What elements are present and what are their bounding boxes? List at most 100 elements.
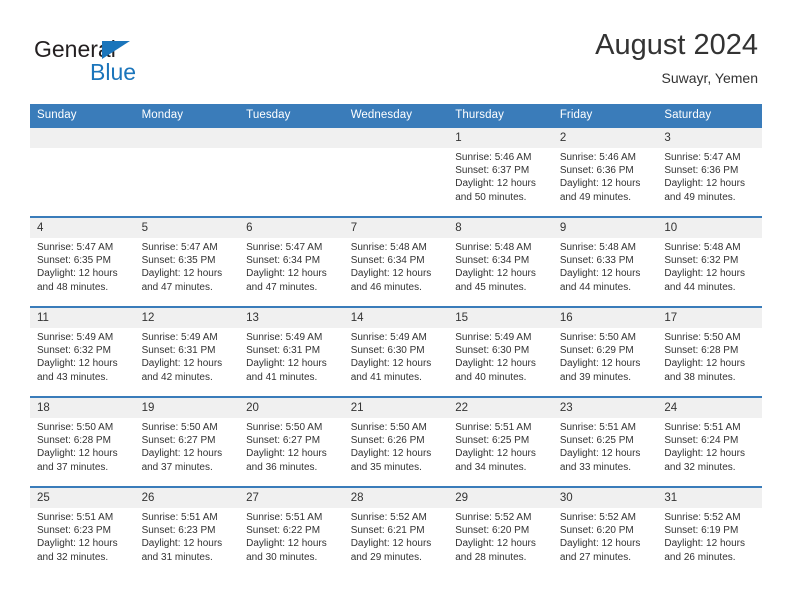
calendar-day-cell[interactable]: 22 Sunrise: 5:51 AM Sunset: 6:25 PM Dayligh… bbox=[448, 396, 553, 487]
daylight-text: Daylight: 12 hours and 40 minutes. bbox=[455, 358, 536, 383]
calendar-day-cell[interactable]: 15 Sunrise: 5:49 AM Sunset: 6:30 PM Dayligh… bbox=[448, 306, 553, 397]
calendar-day-cell[interactable]: 29 Sunrise: 5:52 AM Sunset: 6:20 PM Dayligh… bbox=[448, 486, 553, 576]
day-number: 2 bbox=[552, 128, 658, 148]
sunrise-text: Sunrise: 5:52 AM bbox=[664, 512, 741, 523]
day-cell-inner bbox=[30, 128, 135, 216]
day-number: 26 bbox=[134, 488, 240, 508]
calendar-day-cell[interactable]: 13 Sunrise: 5:49 AM Sunset: 6:31 PM Dayligh… bbox=[239, 306, 344, 397]
sunrise-text: Sunrise: 5:47 AM bbox=[141, 242, 218, 253]
day-details: Sunrise: 5:52 AM Sunset: 6:21 PM Daylight:… bbox=[344, 508, 449, 564]
day-details: Sunrise: 5:48 AM Sunset: 6:32 PM Daylight:… bbox=[657, 238, 762, 294]
calendar-day-cell[interactable]: 31 Sunrise: 5:52 AM Sunset: 6:19 PM Dayligh… bbox=[657, 486, 762, 576]
sunset-text: Sunset: 6:31 PM bbox=[246, 345, 321, 357]
sunrise-text: Sunrise: 5:48 AM bbox=[350, 242, 427, 253]
day-cell-inner: 5 Sunrise: 5:47 AM Sunset: 6:35 PM Daylight… bbox=[134, 218, 240, 306]
sunset-text: Sunset: 6:28 PM bbox=[37, 435, 111, 447]
calendar-day-cell[interactable]: 25 Sunrise: 5:51 AM Sunset: 6:23 PM Dayligh… bbox=[30, 486, 135, 576]
calendar-day-cell[interactable]: 19 Sunrise: 5:50 AM Sunset: 6:27 PM Dayligh… bbox=[134, 396, 240, 487]
calendar-day-cell[interactable]: 14 Sunrise: 5:49 AM Sunset: 6:30 PM Dayligh… bbox=[343, 306, 449, 397]
day-number: 7 bbox=[343, 218, 449, 238]
day-details: Sunrise: 5:46 AM Sunset: 6:36 PM Daylight:… bbox=[553, 148, 658, 204]
day-cell-inner: 19 Sunrise: 5:50 AM Sunset: 6:27 PM Dayligh… bbox=[134, 398, 240, 486]
daylight-text: Daylight: 12 hours and 46 minutes. bbox=[350, 268, 432, 293]
day-details: Sunrise: 5:49 AM Sunset: 6:31 PM Daylight:… bbox=[239, 328, 344, 384]
calendar-day-cell[interactable]: 4 Sunrise: 5:47 AM Sunset: 6:35 PM Daylight… bbox=[30, 216, 135, 307]
day-cell-inner: 29 Sunrise: 5:52 AM Sunset: 6:20 PM Dayligh… bbox=[448, 488, 553, 576]
daylight-text: Daylight: 12 hours and 47 minutes. bbox=[246, 268, 327, 293]
sunset-text: Sunset: 6:25 PM bbox=[455, 435, 530, 447]
calendar-day-cell[interactable]: 17 Sunrise: 5:50 AM Sunset: 6:28 PM Dayligh… bbox=[657, 306, 762, 397]
daylight-text: Daylight: 12 hours and 27 minutes. bbox=[559, 538, 641, 563]
daylight-text: Daylight: 12 hours and 29 minutes. bbox=[350, 538, 432, 563]
calendar-day-cell[interactable]: 10 Sunrise: 5:48 AM Sunset: 6:32 PM Dayligh… bbox=[657, 216, 762, 307]
day-number: 3 bbox=[657, 128, 762, 148]
sunrise-text: Sunrise: 5:51 AM bbox=[141, 512, 218, 523]
calendar-day-cell[interactable]: 23 Sunrise: 5:51 AM Sunset: 6:25 PM Dayligh… bbox=[552, 396, 658, 487]
calendar-day-cell[interactable]: 28 Sunrise: 5:52 AM Sunset: 6:21 PM Dayligh… bbox=[343, 486, 449, 576]
day-details: Sunrise: 5:50 AM Sunset: 6:29 PM Daylight:… bbox=[553, 328, 658, 384]
daylight-text: Daylight: 12 hours and 26 minutes. bbox=[664, 538, 745, 563]
day-cell-inner: 16 Sunrise: 5:50 AM Sunset: 6:29 PM Dayligh… bbox=[552, 308, 658, 396]
calendar-day-cell[interactable]: 5 Sunrise: 5:47 AM Sunset: 6:35 PM Daylight… bbox=[134, 216, 240, 307]
calendar-day-cell[interactable]: 3 Sunrise: 5:47 AM Sunset: 6:36 PM Daylight… bbox=[657, 126, 762, 217]
day-cell-inner bbox=[239, 128, 344, 216]
day-number bbox=[343, 128, 449, 148]
sunrise-text: Sunrise: 5:48 AM bbox=[664, 242, 741, 253]
day-details: Sunrise: 5:51 AM Sunset: 6:25 PM Daylight:… bbox=[553, 418, 658, 474]
day-number: 21 bbox=[343, 398, 449, 418]
day-number: 10 bbox=[657, 218, 762, 238]
sunset-text: Sunset: 6:36 PM bbox=[664, 165, 739, 177]
daylight-text: Daylight: 12 hours and 49 minutes. bbox=[559, 178, 641, 203]
general-blue-logo[interactable]: General Blue bbox=[34, 36, 234, 86]
calendar-day-cell[interactable]: 27 Sunrise: 5:51 AM Sunset: 6:22 PM Dayligh… bbox=[239, 486, 344, 576]
day-cell-inner bbox=[343, 128, 449, 216]
day-cell-inner: 6 Sunrise: 5:47 AM Sunset: 6:34 PM Daylight… bbox=[239, 218, 344, 306]
day-cell-inner: 30 Sunrise: 5:52 AM Sunset: 6:20 PM Dayligh… bbox=[552, 488, 658, 576]
day-details: Sunrise: 5:48 AM Sunset: 6:34 PM Daylight:… bbox=[448, 238, 553, 294]
calendar-day-cell[interactable]: 9 Sunrise: 5:48 AM Sunset: 6:33 PM Daylight… bbox=[552, 216, 658, 307]
day-number: 1 bbox=[448, 128, 553, 148]
day-number: 28 bbox=[343, 488, 449, 508]
sunset-text: Sunset: 6:26 PM bbox=[350, 435, 425, 447]
day-cell-inner: 7 Sunrise: 5:48 AM Sunset: 6:34 PM Daylight… bbox=[343, 218, 449, 306]
daylight-text: Daylight: 12 hours and 30 minutes. bbox=[246, 538, 327, 563]
weekday-header-friday: Friday bbox=[552, 104, 658, 127]
calendar-day-cell[interactable]: 30 Sunrise: 5:52 AM Sunset: 6:20 PM Dayligh… bbox=[552, 486, 658, 576]
day-details: Sunrise: 5:50 AM Sunset: 6:28 PM Daylight:… bbox=[657, 328, 762, 384]
weekday-header-thursday: Thursday bbox=[448, 104, 553, 127]
sunset-text: Sunset: 6:23 PM bbox=[141, 525, 216, 537]
calendar-day-cell[interactable]: 21 Sunrise: 5:50 AM Sunset: 6:26 PM Dayligh… bbox=[343, 396, 449, 487]
daylight-text: Daylight: 12 hours and 48 minutes. bbox=[37, 268, 118, 293]
day-cell-inner: 31 Sunrise: 5:52 AM Sunset: 6:19 PM Dayligh… bbox=[657, 488, 762, 576]
calendar-day-cell[interactable]: 1 Sunrise: 5:46 AM Sunset: 6:37 PM Daylight… bbox=[448, 126, 553, 217]
day-details: Sunrise: 5:52 AM Sunset: 6:20 PM Daylight:… bbox=[553, 508, 658, 564]
sunset-text: Sunset: 6:36 PM bbox=[559, 165, 634, 177]
calendar-day-cell[interactable]: 7 Sunrise: 5:48 AM Sunset: 6:34 PM Daylight… bbox=[343, 216, 449, 307]
sunset-text: Sunset: 6:34 PM bbox=[455, 255, 530, 267]
calendar-day-cell[interactable]: 8 Sunrise: 5:48 AM Sunset: 6:34 PM Daylight… bbox=[448, 216, 553, 307]
day-cell-inner: 21 Sunrise: 5:50 AM Sunset: 6:26 PM Dayligh… bbox=[343, 398, 449, 486]
sunrise-text: Sunrise: 5:50 AM bbox=[350, 422, 427, 433]
daylight-text: Daylight: 12 hours and 32 minutes. bbox=[37, 538, 118, 563]
day-number: 22 bbox=[448, 398, 553, 418]
sunrise-text: Sunrise: 5:50 AM bbox=[246, 422, 323, 433]
sunrise-text: Sunrise: 5:47 AM bbox=[37, 242, 114, 253]
calendar-day-cell[interactable]: 20 Sunrise: 5:50 AM Sunset: 6:27 PM Dayligh… bbox=[239, 396, 344, 487]
day-cell-inner: 9 Sunrise: 5:48 AM Sunset: 6:33 PM Daylight… bbox=[552, 218, 658, 306]
sunrise-text: Sunrise: 5:50 AM bbox=[559, 332, 636, 343]
sunset-text: Sunset: 6:37 PM bbox=[455, 165, 530, 177]
calendar-day-cell[interactable]: 6 Sunrise: 5:47 AM Sunset: 6:34 PM Daylight… bbox=[239, 216, 344, 307]
calendar-day-cell[interactable]: 16 Sunrise: 5:50 AM Sunset: 6:29 PM Dayligh… bbox=[552, 306, 658, 397]
calendar-day-cell[interactable]: 2 Sunrise: 5:46 AM Sunset: 6:36 PM Daylight… bbox=[552, 126, 658, 217]
calendar-day-cell[interactable]: 18 Sunrise: 5:50 AM Sunset: 6:28 PM Dayligh… bbox=[30, 396, 135, 487]
weekday-header-wednesday: Wednesday bbox=[343, 104, 449, 127]
sunset-text: Sunset: 6:35 PM bbox=[141, 255, 216, 267]
calendar-day-cell[interactable]: 24 Sunrise: 5:51 AM Sunset: 6:24 PM Dayligh… bbox=[657, 396, 762, 487]
weekday-header-monday: Monday bbox=[134, 104, 240, 127]
calendar-day-cell[interactable]: 11 Sunrise: 5:49 AM Sunset: 6:32 PM Dayligh… bbox=[30, 306, 135, 397]
day-number: 31 bbox=[657, 488, 762, 508]
page-title: August 2024 bbox=[595, 29, 758, 61]
weekday-header-row: Sunday Monday Tuesday Wednesday Thursday… bbox=[30, 104, 762, 127]
calendar-day-cell[interactable]: 26 Sunrise: 5:51 AM Sunset: 6:23 PM Dayligh… bbox=[134, 486, 240, 576]
calendar-day-cell[interactable]: 12 Sunrise: 5:49 AM Sunset: 6:31 PM Dayligh… bbox=[134, 306, 240, 397]
